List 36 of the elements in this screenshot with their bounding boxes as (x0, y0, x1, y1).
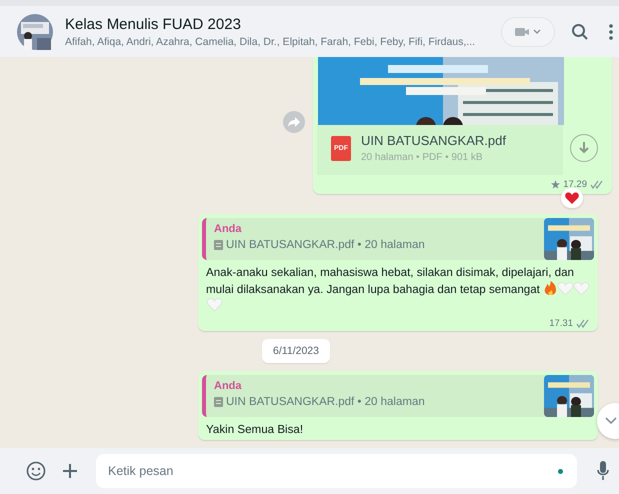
member-list: Afifah, Afiqa, Andri, Azahra, Camelia, Dila, Dr., Elpitah, Farah, Febi, Feby, Fifi, Firdaus,... (65, 36, 489, 48)
quoted-file: UIN BATUSANGKAR.pdf • 20 halaman (226, 396, 425, 408)
heart-icon (558, 282, 573, 295)
chevron-down-icon (605, 417, 617, 425)
microphone-icon (597, 461, 609, 481)
file-name: UIN BATUSANGKAR.pdf (361, 133, 507, 148)
message-text: Anak-anaku sekalian, mahasiswa hebat, silakan disimak, dipelajari, dan mulai dilaksanakan ya. Jangan lupa bahagia dan tetap semangat (206, 265, 590, 314)
menu-icon (609, 24, 613, 40)
video-camera-icon (515, 26, 541, 38)
plus-icon (62, 463, 78, 479)
quoted-file: UIN BATUSANGKAR.pdf • 20 halaman (226, 239, 425, 251)
heart-reaction[interactable] (561, 188, 583, 208)
heart-icon (574, 282, 589, 295)
heart-icon (565, 192, 579, 204)
double-check-icon (576, 319, 590, 328)
search-icon (571, 22, 589, 40)
date-chip: 6/11/2023 (262, 339, 330, 363)
quote-author: Anda (214, 380, 242, 392)
message-time: 17.29 (563, 179, 587, 190)
message-text: Yakin Semua Bisa! (206, 422, 304, 438)
quoted-message[interactable]: Anda UIN BATUSANGKAR.pdf • 20 halaman (202, 218, 594, 260)
status-dot (558, 469, 563, 474)
message-input[interactable]: Ketik pesan (96, 454, 577, 488)
file-details: 20 halaman • PDF • 901 kB (361, 152, 484, 163)
share-arrow-icon (288, 116, 300, 126)
message-time: 17.31 (549, 318, 573, 329)
document-icon (214, 397, 223, 407)
download-button[interactable] (570, 134, 598, 162)
quote-author: Anda (214, 223, 242, 235)
quoted-message[interactable]: Anda UIN BATUSANGKAR.pdf • 20 halaman (202, 375, 594, 417)
group-name: Kelas Menulis FUAD 2023 (65, 16, 242, 32)
document-icon (214, 240, 223, 250)
heart-icon (207, 298, 222, 311)
smiley-icon (26, 461, 46, 481)
double-check-icon (590, 180, 604, 189)
download-arrow-icon (578, 141, 590, 155)
